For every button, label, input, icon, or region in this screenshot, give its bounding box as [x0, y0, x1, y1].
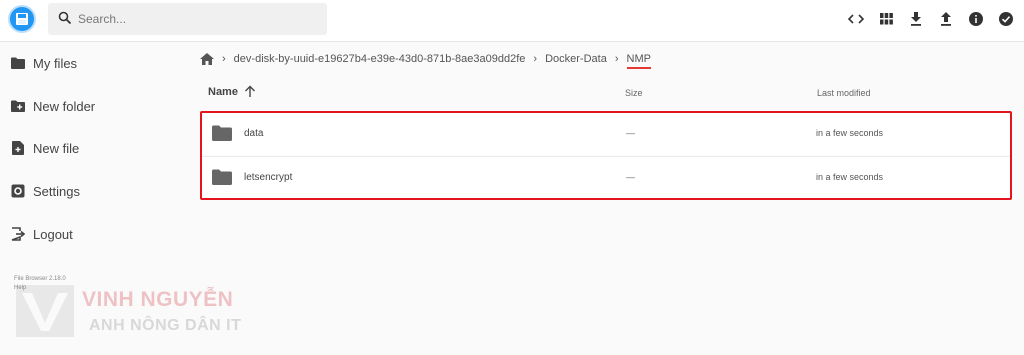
app-logo[interactable] — [8, 5, 36, 33]
code-button[interactable] — [846, 10, 866, 28]
floppy-disk-icon — [16, 13, 28, 25]
file-name: letsencrypt — [244, 172, 293, 183]
file-list: data — in a few seconds letsencrypt — in… — [200, 111, 1012, 200]
chevron-right-icon: › — [222, 53, 226, 65]
file-row-data[interactable]: data — in a few seconds — [202, 113, 1010, 155]
breadcrumb-current[interactable]: NMP — [626, 53, 652, 69]
new-file-icon — [11, 141, 25, 155]
grid-view-button[interactable] — [876, 10, 896, 28]
file-size: — — [626, 172, 635, 182]
upload-button[interactable] — [936, 10, 956, 28]
upload-icon — [941, 12, 951, 26]
sidebar-item-label: Logout — [33, 226, 73, 242]
folder-icon — [11, 56, 25, 70]
folder-icon — [212, 125, 232, 141]
grid-view-icon — [879, 13, 893, 25]
sidebar-item-label: My files — [33, 55, 78, 71]
app-header — [0, 0, 1024, 42]
file-modified: in a few seconds — [816, 128, 884, 138]
name-column-header[interactable]: Name — [208, 86, 238, 98]
sidebar-item-label: New folder — [33, 98, 96, 114]
select-button[interactable] — [996, 10, 1016, 28]
file-list-header: Name Size Last modified — [200, 82, 1012, 106]
search-input[interactable] — [78, 3, 318, 35]
header-actions — [836, 10, 1016, 28]
search-icon — [58, 11, 72, 25]
sidebar-item-settings[interactable]: Settings — [0, 171, 190, 211]
watermark-title: VINH NGUYỄN — [82, 288, 234, 311]
download-icon — [911, 12, 921, 26]
file-name: data — [244, 128, 264, 139]
sidebar-item-label: New file — [33, 140, 80, 156]
download-button[interactable] — [906, 10, 926, 28]
breadcrumb: › dev-disk-by-uuid-e19627b4-e39e-43d0-87… — [200, 50, 652, 69]
version-label: File Browser 2.18.0 — [14, 276, 66, 282]
watermark-logo — [16, 285, 74, 337]
sidebar-item-new-file[interactable]: New file — [0, 128, 190, 168]
new-folder-icon — [11, 99, 25, 113]
settings-icon — [11, 184, 25, 198]
info-button[interactable] — [966, 10, 986, 28]
sidebar-item-my-files[interactable]: My files — [0, 43, 190, 83]
info-icon — [969, 12, 983, 26]
size-column-header[interactable]: Size — [625, 88, 643, 98]
file-modified: in a few seconds — [816, 172, 884, 182]
code-icon — [848, 14, 864, 24]
file-row-letsencrypt[interactable]: letsencrypt — in a few seconds — [202, 156, 1010, 198]
file-size: — — [626, 128, 635, 138]
logout-icon — [11, 227, 25, 241]
chevron-right-icon: › — [614, 53, 619, 65]
sidebar-item-logout[interactable]: Logout — [0, 214, 190, 254]
breadcrumb-item[interactable]: Docker-Data — [545, 53, 607, 65]
sidebar-item-new-folder[interactable]: New folder — [0, 86, 190, 126]
chevron-right-icon: › — [533, 53, 538, 65]
sidebar-item-label: Settings — [33, 183, 80, 199]
home-icon[interactable] — [200, 53, 214, 65]
search-box[interactable] — [48, 3, 327, 35]
breadcrumb-item[interactable]: dev-disk-by-uuid-e19627b4-e39e-43d0-871b… — [234, 53, 526, 65]
sort-arrow-up-icon[interactable] — [244, 85, 256, 98]
watermark-subtitle: ANH NÔNG DÂN IT — [89, 317, 242, 334]
modified-column-header[interactable]: Last modified — [817, 88, 871, 98]
folder-icon — [212, 169, 232, 185]
check-circle-icon — [999, 12, 1013, 26]
